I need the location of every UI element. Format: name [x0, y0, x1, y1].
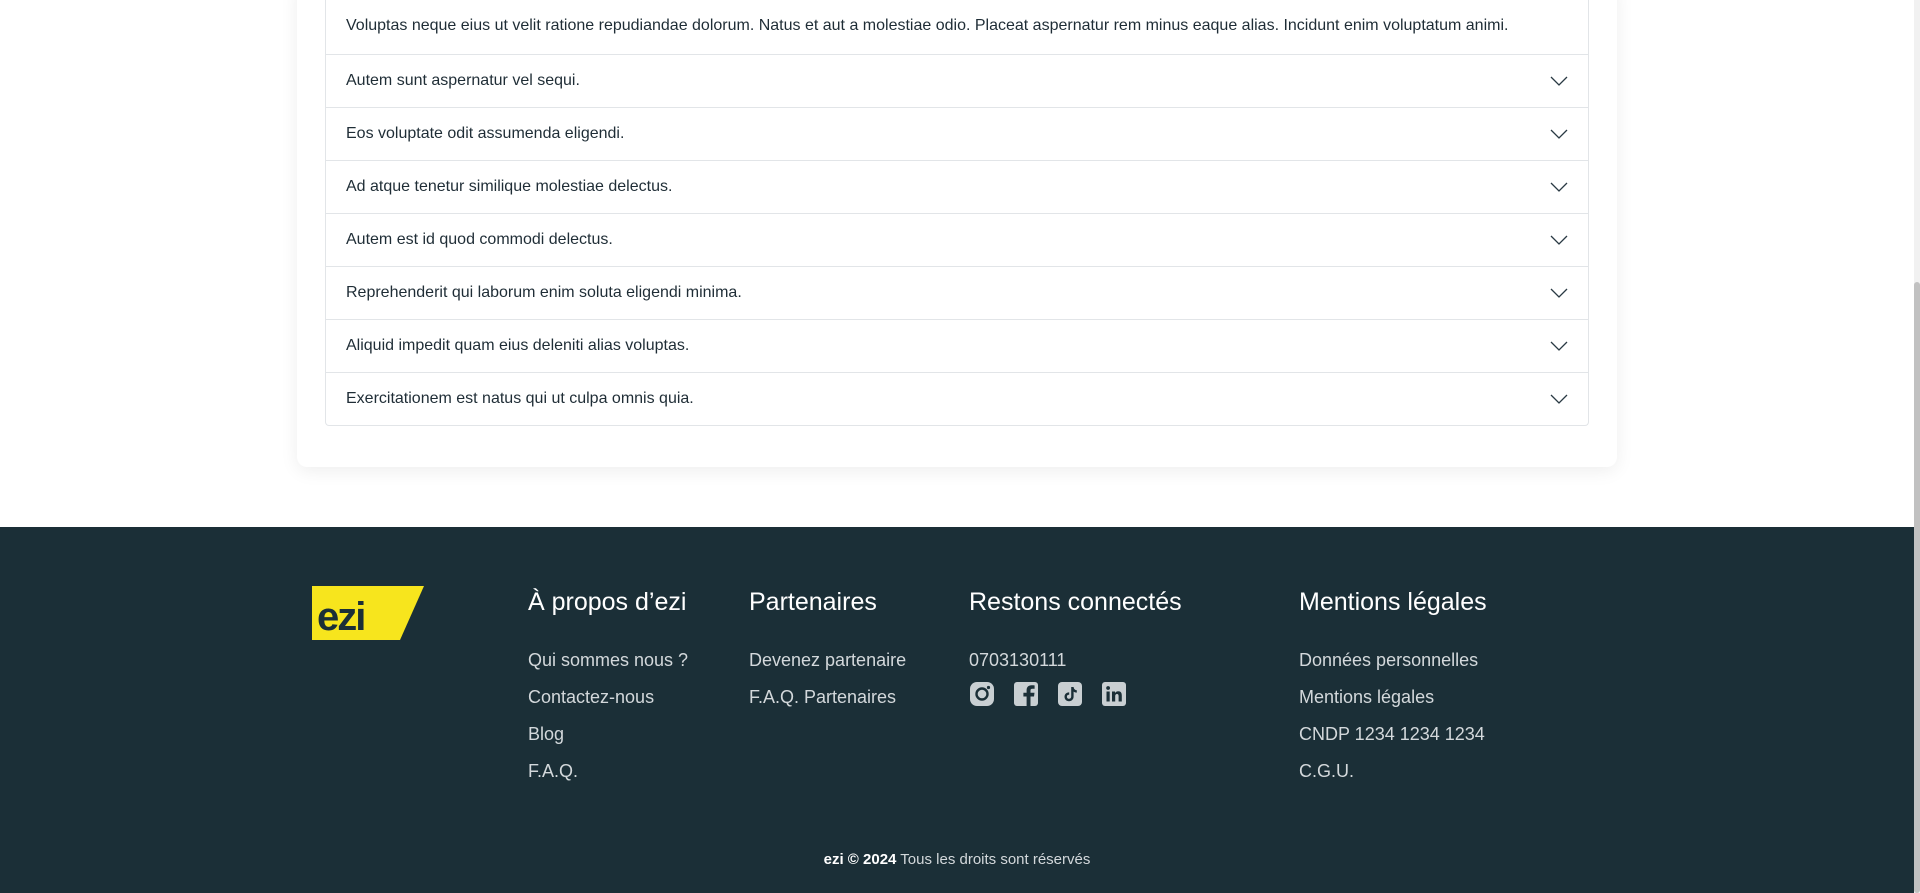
footer-heading-legal: Mentions légales: [1299, 588, 1487, 616]
page: Voluptas neque eius ut velit ratione rep…: [0, 0, 1914, 893]
footer-link-faq[interactable]: F.A.Q.: [528, 761, 688, 798]
faq-question: Autem sunt aspernatur vel sequi.: [346, 72, 580, 89]
faq-item[interactable]: Autem sunt aspernatur vel sequi.: [326, 55, 1588, 108]
faq-answer-text: Voluptas neque eius ut velit ratione rep…: [346, 17, 1509, 34]
footer-link-blog[interactable]: Blog: [528, 724, 688, 761]
faq-question: Reprehenderit qui laborum enim soluta el…: [346, 284, 742, 301]
chevron-down-icon[interactable]: [1550, 284, 1568, 302]
copyright: ezi © 2024 Tous les droits sont réservés: [0, 851, 1914, 868]
faq-item[interactable]: Aliquid impedit quam eius deleniti alias…: [326, 320, 1588, 373]
tiktok-icon[interactable]: [1057, 681, 1083, 707]
chevron-down-icon[interactable]: [1550, 72, 1568, 90]
footer-column-partners: Partenaires Devenez partenaire F.A.Q. Pa…: [749, 587, 906, 724]
footer-link-about-us[interactable]: Qui sommes nous ?: [528, 650, 688, 687]
social-links: [969, 681, 1182, 707]
footer-column-legal: Mentions légales Données personnelles Me…: [1299, 587, 1487, 798]
instagram-icon[interactable]: [969, 681, 995, 707]
footer-heading-connect: Restons connectés: [969, 588, 1182, 616]
copyright-text: Tous les droits sont réservés: [896, 851, 1091, 868]
footer-link-contact[interactable]: Contactez-nous: [528, 687, 688, 724]
scrollbar-thumb[interactable]: [1914, 282, 1920, 893]
chevron-down-icon[interactable]: [1550, 390, 1568, 408]
faq-item[interactable]: Reprehenderit qui laborum enim soluta el…: [326, 267, 1588, 320]
footer-link-legal-notice[interactable]: Mentions légales: [1299, 687, 1487, 724]
faq-question: Exercitationem est natus qui ut culpa om…: [346, 390, 694, 407]
faq-open-answer: Voluptas neque eius ut velit ratione rep…: [326, 0, 1588, 55]
faq-question: Eos voluptate odit assumenda eligendi.: [346, 125, 625, 142]
chevron-down-icon[interactable]: [1550, 231, 1568, 249]
footer-link-cgu[interactable]: C.G.U.: [1299, 761, 1487, 798]
chevron-down-icon[interactable]: [1550, 337, 1568, 355]
footer-link-cndp[interactable]: CNDP 1234 1234 1234: [1299, 724, 1487, 761]
footer-heading-partners: Partenaires: [749, 588, 877, 616]
faq-item[interactable]: Exercitationem est natus qui ut culpa om…: [326, 373, 1588, 425]
ezi-logo[interactable]: ezi: [312, 586, 424, 640]
facebook-icon[interactable]: [1013, 681, 1039, 707]
logo-text: ezi: [317, 595, 364, 639]
faq-question: Aliquid impedit quam eius deleniti alias…: [346, 337, 690, 354]
faq-item[interactable]: Eos voluptate odit assumenda eligendi.: [326, 108, 1588, 161]
footer-link-partners-faq[interactable]: F.A.Q. Partenaires: [749, 687, 906, 724]
footer-link-personal-data[interactable]: Données personnelles: [1299, 650, 1487, 687]
faq-item[interactable]: Ad atque tenetur similique molestiae del…: [326, 161, 1588, 214]
linkedin-icon[interactable]: [1101, 681, 1127, 707]
faq-question: Ad atque tenetur similique molestiae del…: [346, 178, 673, 195]
footer-heading-about: À propos d’ezi: [528, 588, 687, 616]
faq-card: Voluptas neque eius ut velit ratione rep…: [297, 0, 1617, 467]
chevron-down-icon[interactable]: [1550, 178, 1568, 196]
copyright-brand: ezi © 2024: [823, 851, 897, 868]
chevron-down-icon[interactable]: [1550, 125, 1568, 143]
footer-link-become-partner[interactable]: Devenez partenaire: [749, 650, 906, 687]
faq-list: Voluptas neque eius ut velit ratione rep…: [325, 0, 1589, 426]
faq-item[interactable]: Autem est id quod commodi delectus.: [326, 214, 1588, 267]
footer-column-about: À propos d’ezi Qui sommes nous ? Contact…: [528, 587, 688, 798]
site-footer: ezi À propos d’ezi Qui sommes nous ? Con…: [0, 527, 1914, 893]
footer-column-connect: Restons connectés 0703130111: [969, 587, 1182, 707]
faq-question: Autem est id quod commodi delectus.: [346, 231, 613, 248]
